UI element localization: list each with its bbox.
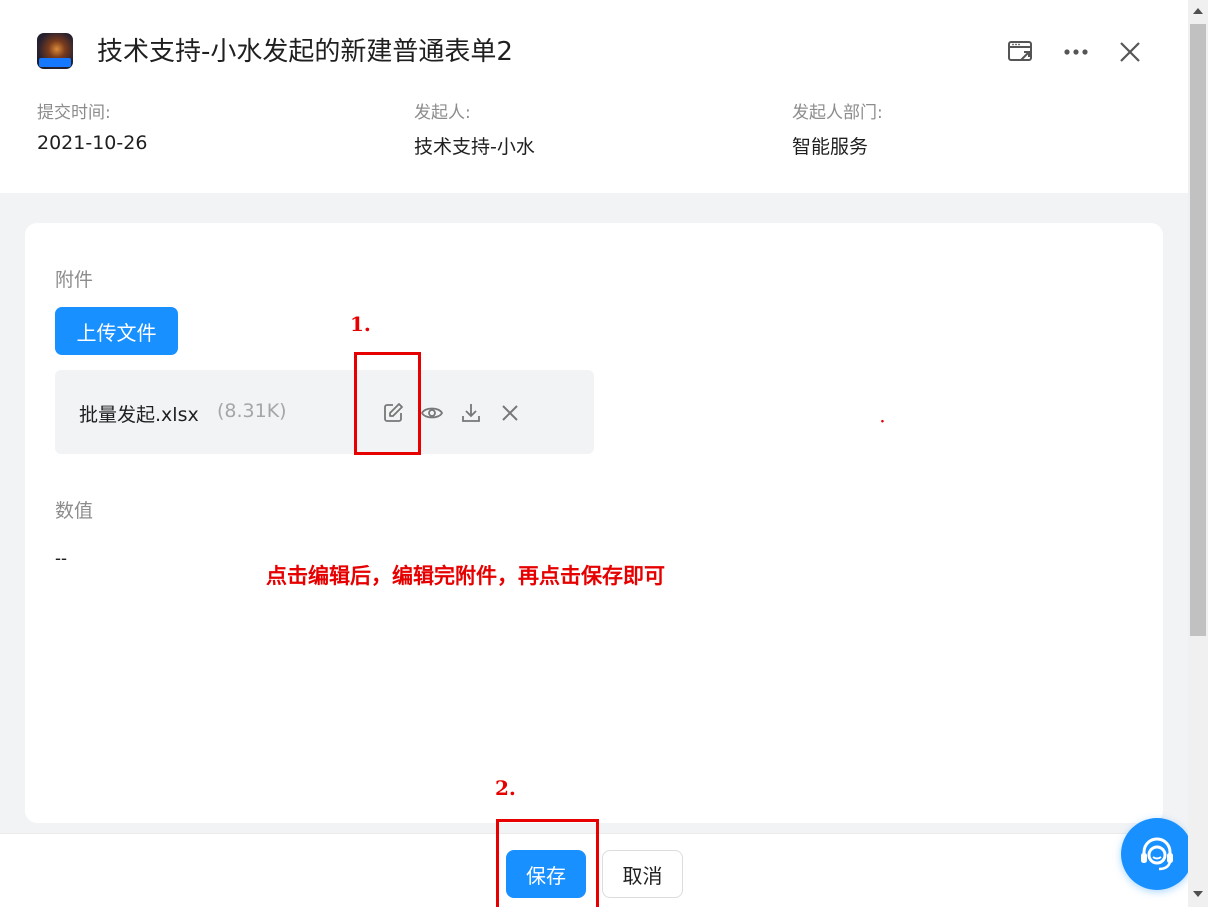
scroll-up-icon[interactable] xyxy=(1188,2,1208,20)
app-logo-icon xyxy=(37,33,73,69)
scrollbar-thumb[interactable] xyxy=(1190,24,1206,636)
file-size: (8.31K) xyxy=(217,400,287,422)
more-icon[interactable] xyxy=(1061,37,1091,67)
upload-file-button[interactable]: 上传文件 xyxy=(55,307,178,355)
number-field-value: -- xyxy=(55,548,67,568)
initiator-label: 发起人: xyxy=(414,103,471,123)
attachment-label: 附件 xyxy=(55,269,94,291)
preview-eye-icon[interactable] xyxy=(419,400,445,426)
annotation-instruction: 点击编辑后，编辑完附件，再点击保存即可 xyxy=(266,563,665,588)
number-field-label: 数值 xyxy=(55,500,94,522)
remove-icon[interactable] xyxy=(497,400,523,426)
headset-icon xyxy=(1141,837,1173,871)
scroll-down-icon[interactable] xyxy=(1188,885,1208,903)
department-value: 智能服务 xyxy=(792,136,869,158)
department-label: 发起人部门: xyxy=(792,103,883,123)
open-in-window-icon[interactable] xyxy=(1006,37,1036,67)
submit-time-value: 2021-10-26 xyxy=(37,132,148,154)
attachment-file-item[interactable]: 批量发起.xlsx (8.31K) xyxy=(55,370,594,454)
page-header: 技术支持-小水发起的新建普通表单2 提交时间: 2021-10-26 发起人: … xyxy=(0,0,1188,193)
annotation-edit-highlight xyxy=(354,352,421,455)
submit-time-label: 提交时间: xyxy=(37,103,111,123)
close-icon[interactable] xyxy=(1115,37,1145,67)
annotation-step1: 1. xyxy=(350,312,371,336)
annotation-dot: · xyxy=(880,414,885,430)
download-icon[interactable] xyxy=(458,400,484,426)
initiator-value: 技术支持-小水 xyxy=(414,136,535,158)
cancel-button[interactable]: 取消 xyxy=(602,850,683,898)
page-title: 技术支持-小水发起的新建普通表单2 xyxy=(97,37,513,67)
app-logo-badge xyxy=(39,58,71,67)
annotation-step2: 2. xyxy=(495,776,516,800)
form-card xyxy=(25,223,1163,823)
annotation-save-highlight xyxy=(496,819,599,907)
file-name: 批量发起.xlsx xyxy=(79,404,199,426)
customer-service-button[interactable] xyxy=(1121,818,1193,890)
